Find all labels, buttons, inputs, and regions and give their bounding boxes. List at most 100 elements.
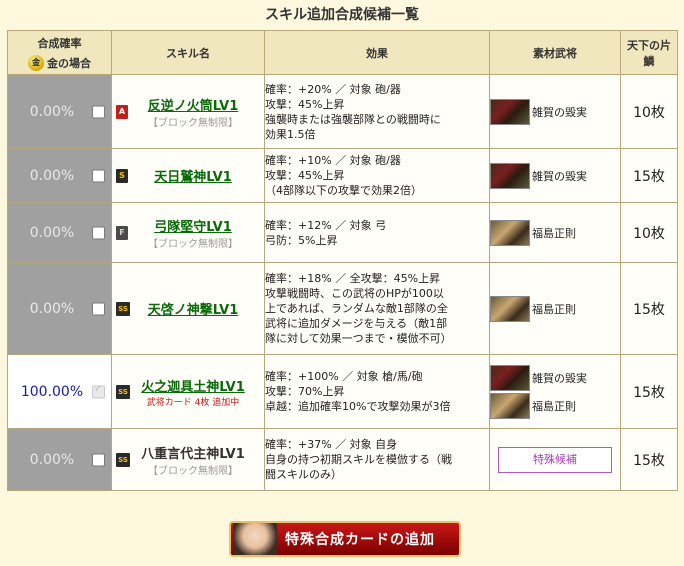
effect-line: 確率：+10% ／ 対象 砲/器 (265, 154, 401, 167)
general-name: 雑賀の毀実 (532, 105, 587, 119)
general-portrait-icon (490, 392, 530, 419)
effect-cell: 確率：+18% ／ 全攻撃：45%上昇 攻撃戦闘時、この武将のHPが100以 上であ… (264, 262, 490, 355)
rate-cell: 100.00% (7, 354, 112, 429)
skill-cell: F 弓隊堅守LV1 【ブロック無制限】 (111, 202, 265, 263)
rank-ss-icon: SS (116, 452, 130, 467)
skill-row: 0.00% A 反逆ノ火筒LV1 【ブロック無制限】 確率：+20% ／ 対象 砲/器攻… (7, 74, 678, 149)
skill-sub-label: 【ブロック無制限】 (148, 117, 238, 129)
skill-name-link[interactable]: 天日鷲神LV1 (112, 166, 264, 185)
material-cell: 福島正則 (489, 202, 621, 263)
effect-cell: 確率：+12% ／ 対象 弓弓防：5%上昇 (264, 202, 490, 263)
skill-name-link[interactable]: 天啓ノ神撃LV1 (112, 299, 264, 318)
effect-line: 攻撃戦闘時、この武将のHPが100以 (265, 287, 444, 300)
material-cell: 雑賀の毀実 福島正則 (489, 354, 621, 429)
rank-ss-icon: SS (116, 384, 130, 399)
skill-cell: S 天日鷲神LV1 (111, 148, 265, 203)
rate-cell: 0.00% (7, 202, 112, 263)
rate-column-header: 合成確率 金 金の場合 (7, 30, 112, 75)
rate-value: 0.00% (29, 451, 75, 468)
general-portrait-icon (490, 295, 530, 322)
effect-line: 隊に対して効果一つまで・模倣不可） (265, 332, 452, 345)
skill-name-link[interactable]: 反逆ノ火筒LV1 (112, 95, 264, 114)
skill-row: 100.00% SS火之迦具土神LV1 武将カード 4枚 追加中 確率：+100% ／… (7, 354, 678, 429)
material-general[interactable]: 雑賀の毀実 (490, 162, 620, 190)
material-general[interactable]: 福島正則 (490, 295, 620, 323)
page-title: スキル追加合成候補一覧 (265, 7, 419, 23)
general-portrait-icon (490, 98, 530, 125)
general-name: 福島正則 (532, 226, 576, 240)
effect-line: 確率：+18% ／ 全攻撃：45%上昇 (265, 272, 441, 285)
material-general[interactable]: 福島正則 (490, 392, 620, 420)
material-general[interactable]: 福島正則 (490, 219, 620, 247)
select-checkbox[interactable] (92, 169, 105, 182)
cost-value: 10枚 (620, 74, 678, 149)
cost-value: 15枚 (620, 354, 678, 429)
skill-cell: SS 火之迦具土神LV1 武将カード 4枚 追加中 (111, 354, 265, 429)
rate-value: 0.00% (29, 103, 75, 120)
rate-value: 0.00% (29, 224, 75, 241)
general-portrait-icon (490, 162, 530, 189)
effect-column-header: 効果 (264, 30, 490, 75)
effect-line: 確率：+12% ／ 対象 弓 (265, 218, 387, 232)
skill-name-link: 八重言代主神LV1 (141, 446, 245, 462)
cost-value: 15枚 (620, 148, 678, 203)
rate-cell: 0.00% (7, 262, 112, 355)
skill-row: 0.00% SS 八重言代主神LV1 【ブロック無制限】 確率：+37% ／ 対象 自身… (7, 428, 678, 491)
effect-line: 効果1.5倍 (265, 127, 316, 141)
select-checkbox[interactable] (92, 383, 105, 398)
skill-sub-label: 【ブロック無制限】 (148, 238, 238, 250)
general-name: 福島正則 (532, 399, 576, 413)
special-candidate-button[interactable]: 特殊候補 (498, 446, 612, 473)
skill-column-header: スキル名 (111, 30, 265, 75)
material-general[interactable]: 雑賀の毀実 (490, 98, 620, 126)
material-cell: 福島正則 (489, 262, 621, 355)
effect-line: 弓防：5%上昇 (265, 233, 338, 247)
table-header-row: 合成確率 金 金の場合 スキル名 効果 素材武将 天下の片鱗 (7, 30, 678, 75)
rate-cell: 0.00% (7, 428, 112, 491)
effect-line: 確率：+37% ／ 対象 自身 (265, 438, 398, 451)
effect-line: 確率：+100% ／ 対象 槍/馬/砲 (265, 370, 423, 383)
select-checkbox[interactable] (92, 226, 105, 239)
skill-cell: SS 八重言代主神LV1 【ブロック無制限】 (111, 428, 265, 491)
general-name: 福島正則 (532, 302, 576, 316)
material-cell: 雑賀の毀実 (489, 148, 621, 203)
rate-value: 100.00% (20, 383, 84, 400)
skill-cell: SS 天啓ノ神撃LV1 (111, 262, 265, 355)
effect-cell: 確率：+20% ／ 対象 砲/器 攻撃：45%上昇 強襲時または強襲部隊との戦闘時に… (264, 74, 490, 149)
skill-name-link[interactable]: 火之迦具土神LV1 (112, 376, 264, 395)
effect-line: 上であれば、ランダムな敵1部隊の全 (265, 302, 448, 315)
material-general[interactable]: 雑賀の毀実 (490, 364, 620, 392)
select-checkbox[interactable] (92, 105, 105, 118)
rank-s-icon: S (116, 168, 128, 183)
add-special-card-button[interactable]: 特殊合成カードの追加 (229, 521, 461, 557)
material-column-header: 素材武将 (489, 30, 621, 75)
general-portrait-icon (490, 219, 530, 246)
skill-row: 0.00% S 天日鷲神LV1 確率：+10% ／ 対象 砲/器 攻撃：45%上昇 （4部… (7, 148, 678, 203)
gold-case-label: 金の場合 (47, 56, 91, 70)
rank-a-icon: A (116, 104, 128, 119)
skill-name-link[interactable]: 弓隊堅守LV1 (112, 216, 264, 235)
skill-row: 0.00% F 弓隊堅守LV1 【ブロック無制限】 確率：+12% ／ 対象 弓弓防：5… (7, 202, 678, 263)
general-portrait-icon (490, 364, 530, 391)
add-special-card-label: 特殊合成カードの追加 (285, 532, 435, 548)
effect-line: （4部隊以下の攻撃で効果2倍） (265, 184, 422, 197)
select-checkbox[interactable] (92, 302, 105, 315)
skill-row: 0.00% SS 天啓ノ神撃LV1 確率：+18% ／ 全攻撃：45%上昇 攻撃戦闘時、… (7, 262, 678, 355)
rate-value: 0.00% (29, 167, 75, 184)
effect-line: 闘スキルのみ） (265, 468, 342, 481)
cost-value: 10枚 (620, 202, 678, 263)
effect-line: 卓越：追加確率10%で攻撃効果が3倍 (265, 400, 451, 413)
skill-sub-label: 武将カード 4枚 追加中 (146, 397, 240, 408)
cost-column-header: 天下の片鱗 (620, 30, 678, 75)
skill-cell: A 反逆ノ火筒LV1 【ブロック無制限】 (111, 74, 265, 149)
effect-line: 武将に追加ダメージを与える（敵1部 (265, 317, 448, 330)
material-cell: 特殊候補 (489, 428, 621, 491)
material-cell: 雑賀の毀実 (489, 74, 621, 149)
rate-cell: 0.00% (7, 74, 112, 149)
effect-line: 攻撃：45%上昇 (265, 169, 345, 182)
rate-value: 0.00% (29, 300, 75, 317)
character-portrait-icon (233, 523, 277, 555)
select-checkbox[interactable] (92, 453, 105, 466)
effect-line: 自身の持つ初期スキルを模倣する（戦 (265, 453, 452, 466)
effect-cell: 確率：+100% ／ 対象 槍/馬/砲 攻撃：70%上昇 卓越：追加確率10%で攻撃… (264, 354, 490, 429)
